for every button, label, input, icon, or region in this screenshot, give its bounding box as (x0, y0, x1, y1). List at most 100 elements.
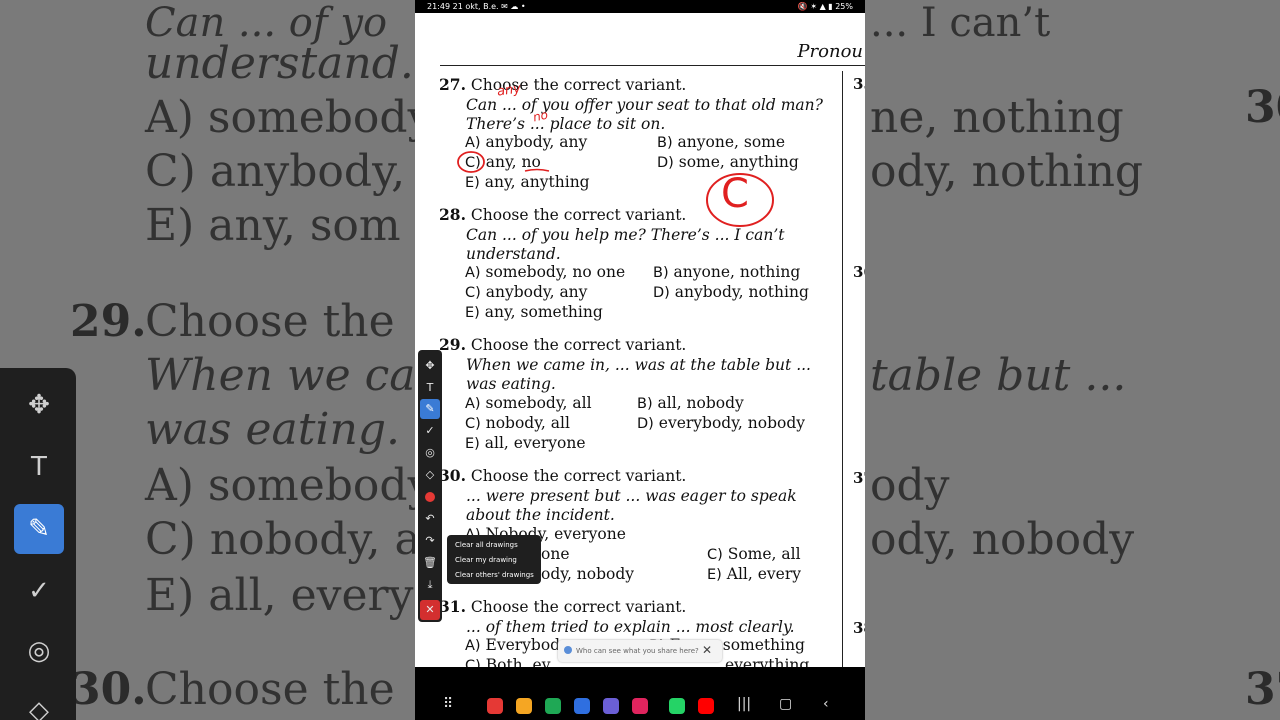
bg-text: E) any, som (145, 200, 401, 251)
move-icon: ✥ (28, 390, 50, 420)
option: B) anyone, nothing (653, 263, 801, 281)
option: E) all, everyone (465, 434, 586, 452)
bg-number: 30 (1245, 82, 1280, 133)
bg-text: ody, nobody (870, 514, 1135, 565)
bg-number: 30. (70, 664, 147, 715)
bg-text: A) somebody (145, 460, 433, 511)
back-icon[interactable]: ‹ (823, 696, 829, 712)
bg-number: 37 (1245, 664, 1280, 715)
move-icon[interactable]: ✥ (420, 356, 440, 376)
folder-app-icon[interactable] (516, 698, 532, 714)
pen-tool-icon[interactable]: ✎ (420, 399, 440, 419)
battery-level: 25% (835, 2, 853, 11)
toast-text: Who can see what you share here? (576, 647, 699, 655)
menu-item-clear-all[interactable]: Clear all drawings (455, 541, 518, 549)
eraser-icon[interactable]: ◇ (420, 465, 440, 485)
question-line: When we came in, ... was at the table bu… (466, 355, 811, 374)
bg-text: ody, nothing (870, 146, 1144, 197)
menu-item-clear-mine[interactable]: Clear my drawing (455, 556, 517, 564)
question-30: 30. Choose the correct variant. ... were… (439, 466, 797, 526)
bg-text: understand. (145, 38, 414, 89)
check-icon: ✓ (28, 576, 50, 606)
clear-drawings-menu: Clear all drawings Clear my drawing Clea… (447, 535, 541, 584)
option: D) anybody, nothing (653, 283, 809, 301)
eraser-icon: ◇ (29, 696, 49, 720)
status-bar: 21:49 21 okt, B.e. ✉ ☁ • 🔇 ✶ ▲ ▮ 25% (415, 0, 865, 13)
option: C) nobody, all (465, 414, 570, 432)
bg-text: Choose the (145, 664, 395, 715)
status-date: 21 okt, B.e. (452, 2, 499, 11)
option: C) anybody, any (465, 283, 588, 301)
phone-screen: 21:49 21 okt, B.e. ✉ ☁ • 🔇 ✶ ▲ ▮ 25% Pro… (415, 0, 865, 720)
side-number: 36 (853, 263, 865, 281)
bg-text: When we ca (145, 350, 416, 401)
status-time: 21:49 (427, 2, 451, 11)
camera-app-icon[interactable] (632, 698, 648, 714)
option: B) all, nobody (637, 394, 744, 412)
question-29: 29. Choose the correct variant. When we … (439, 335, 811, 395)
info-icon (564, 646, 572, 654)
answer-circle (706, 173, 774, 227)
bg-text: ody (870, 460, 950, 511)
text-icon: T (31, 452, 47, 482)
text-tool-icon[interactable]: T (420, 378, 440, 398)
underline-mark (524, 168, 550, 172)
question-31: 31. Choose the correct variant. ... of t… (439, 597, 795, 637)
question-number: 29. (439, 335, 466, 354)
option: C) Both, ev (465, 656, 551, 667)
close-icon[interactable]: ✕ (420, 600, 440, 620)
apps-grid-icon[interactable]: ⠿ (443, 696, 453, 712)
side-number: 38 (853, 619, 865, 637)
option-circle (457, 151, 485, 173)
bg-number: 29. (70, 296, 147, 347)
bg-text: Choose the (145, 296, 395, 347)
bg-text: was eating. (145, 404, 400, 455)
recents-icon[interactable]: ||| (737, 696, 751, 712)
option: one (541, 545, 570, 563)
save-icon[interactable]: ⤓ (420, 575, 440, 595)
share-toast[interactable]: Who can see what you share here? ✕ (558, 640, 722, 662)
option: A) somebody, no one (465, 263, 626, 281)
menu-item-clear-others[interactable]: Clear others' drawings (455, 571, 534, 579)
question-number: 31. (439, 597, 466, 616)
check-icon[interactable]: ✓ (420, 421, 440, 441)
color-picker-icon[interactable] (420, 487, 440, 507)
bg-text: table but ... (870, 350, 1127, 401)
redo-icon[interactable]: ↷ (420, 531, 440, 551)
question-line: was eating. (466, 375, 556, 393)
youtube-app-icon[interactable] (698, 698, 714, 714)
bg-text: E) all, every (145, 570, 414, 621)
close-icon[interactable]: ✕ (702, 643, 712, 657)
browser-app-icon[interactable] (603, 698, 619, 714)
question-line: ... of them tried to explain ... most cl… (466, 617, 795, 636)
screen-gap (415, 667, 865, 692)
whatsapp-app-icon[interactable] (669, 698, 685, 714)
drawing-toolbar: ✥ T ✎ ✓ ◎ ◇ ↶ ↷ 🗑 ⤓ ✕ (418, 350, 442, 622)
question-prompt: Choose the correct variant. (470, 598, 687, 616)
undo-icon[interactable]: ↶ (420, 509, 440, 529)
question-line: understand. (466, 245, 561, 263)
option: C) Some, all (707, 545, 801, 563)
phone-app-icon[interactable] (545, 698, 561, 714)
option: everything (725, 656, 810, 667)
bg-text: ne, nothing (870, 92, 1124, 143)
option: E) All, every (707, 565, 801, 583)
bg-text: C) nobody, a (145, 514, 421, 565)
app-icon[interactable] (487, 698, 503, 714)
question-number: 30. (439, 466, 466, 485)
question-line: about the incident. (466, 506, 615, 524)
annotation-strokes (457, 151, 774, 227)
navigation-bar: ⠿ ||| ▢ ‹ (415, 692, 865, 720)
option: A) somebody, all (465, 394, 592, 412)
spotlight-icon[interactable]: ◎ (420, 443, 440, 463)
bg-toolbar: ✥ T ✎ ✓ ◎ ◇ (0, 368, 76, 720)
home-icon[interactable]: ▢ (779, 696, 792, 712)
option: E) any, something (465, 303, 603, 321)
bg-text: ... I can’t (870, 0, 1051, 46)
option: D) everybody, nobody (637, 414, 806, 432)
messages-app-icon[interactable] (574, 698, 590, 714)
side-number: 37 (853, 469, 865, 487)
question-line: ... were present but ... was eager to sp… (466, 486, 797, 505)
bg-text: A) somebody, (145, 92, 441, 143)
trash-icon[interactable]: 🗑 (420, 553, 440, 573)
